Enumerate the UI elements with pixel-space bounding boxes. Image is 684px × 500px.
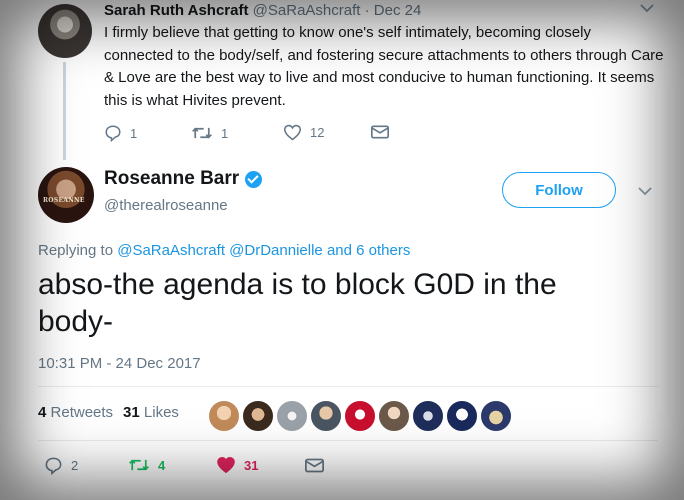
- verified-badge-icon: [245, 170, 263, 188]
- avatar-roseanne-barr[interactable]: ROSEANNE: [38, 167, 94, 223]
- divider: [38, 440, 658, 441]
- tweet-date[interactable]: Dec 24: [374, 2, 422, 19]
- replying-others-link[interactable]: and 6 others: [327, 242, 410, 259]
- retweets-stat[interactable]: 4 Retweets: [38, 404, 113, 421]
- like-count: 12: [310, 125, 325, 140]
- replying-prefix: Replying to: [38, 242, 114, 259]
- heart-icon: [283, 124, 302, 141]
- like-action[interactable]: 31: [216, 456, 258, 474]
- liker-avatar[interactable]: [480, 400, 512, 432]
- avatar-sarah-ruth-ashcraft[interactable]: [38, 4, 92, 58]
- main-author-handle[interactable]: @therealroseanne: [104, 197, 228, 214]
- like-count: 31: [244, 457, 259, 473]
- parent-tweet-text: I firmly believe that getting to know on…: [104, 24, 664, 109]
- main-author-name-row: Roseanne Barr: [104, 168, 263, 190]
- author-name[interactable]: Sarah Ruth Ashcraft: [104, 2, 248, 19]
- tweet-stats: 4 Retweets 31 Likes: [38, 404, 179, 421]
- reply-action[interactable]: 1: [104, 124, 137, 142]
- reply-count: 2: [71, 458, 79, 473]
- liker-avatar[interactable]: [344, 400, 376, 432]
- dm-action[interactable]: [305, 458, 324, 473]
- chevron-down-icon[interactable]: [640, 0, 654, 16]
- reply-icon: [104, 124, 122, 142]
- parent-tweet-header: Sarah Ruth Ashcraft @SaRaAshcraft · Dec …: [104, 2, 421, 19]
- reply-action[interactable]: 2: [44, 456, 78, 475]
- liker-avatar[interactable]: [276, 400, 308, 432]
- replying-to: Replying to @SaRaAshcraft @DrDannielle a…: [38, 242, 410, 259]
- liker-avatar[interactable]: [242, 400, 274, 432]
- thread-connector-line: [63, 62, 66, 160]
- retweet-icon: [191, 124, 213, 142]
- envelope-icon: [305, 458, 324, 473]
- avatar-logo-text: ROSEANNE: [43, 197, 85, 204]
- retweets-stat-label: Retweets: [50, 404, 114, 421]
- likes-stat[interactable]: 31 Likes: [123, 404, 179, 421]
- retweet-action[interactable]: 4: [128, 456, 165, 474]
- tweet-timestamp[interactable]: 10:31 PM - 24 Dec 2017: [38, 355, 201, 372]
- chevron-down-icon[interactable]: [638, 183, 652, 199]
- like-action[interactable]: 12: [283, 124, 324, 141]
- replying-user-link[interactable]: @DrDannielle: [229, 242, 323, 259]
- main-author-name[interactable]: Roseanne Barr: [104, 168, 239, 190]
- liker-avatar[interactable]: [446, 400, 478, 432]
- reply-icon: [44, 456, 63, 475]
- author-handle[interactable]: @SaRaAshcraft: [253, 2, 361, 19]
- liker-avatars: [208, 400, 512, 432]
- liker-avatar[interactable]: [208, 400, 240, 432]
- envelope-icon: [371, 125, 389, 139]
- reply-count: 1: [130, 125, 138, 141]
- replying-user-link[interactable]: @SaRaAshcraft: [117, 242, 225, 259]
- divider: [38, 386, 658, 387]
- separator-dot: ·: [364, 2, 370, 19]
- liker-avatar[interactable]: [412, 400, 444, 432]
- follow-button[interactable]: Follow: [502, 172, 616, 208]
- retweet-icon: [128, 456, 150, 474]
- retweets-stat-count: 4: [38, 404, 47, 421]
- liker-avatar[interactable]: [378, 400, 410, 432]
- liker-avatar[interactable]: [310, 400, 342, 432]
- likes-stat-count: 31: [123, 404, 140, 421]
- main-tweet-text: abso-the agenda is to block G0D in the b…: [38, 268, 557, 338]
- retweet-action[interactable]: 1: [191, 124, 228, 142]
- retweet-count: 4: [158, 457, 166, 473]
- heart-icon: [216, 456, 236, 474]
- likes-stat-label: Likes: [143, 404, 179, 421]
- dm-action[interactable]: [371, 125, 389, 139]
- retweet-count: 1: [221, 125, 229, 141]
